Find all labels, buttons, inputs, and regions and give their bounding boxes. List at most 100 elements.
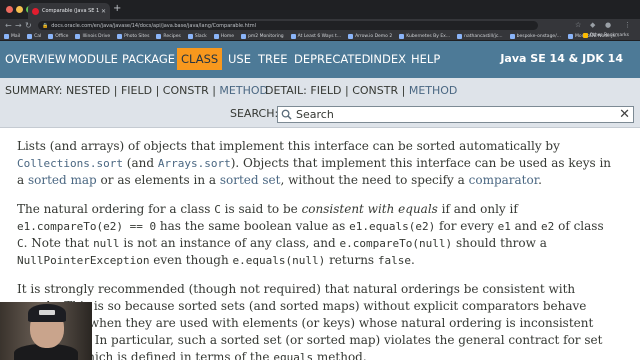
- summary-nested: NESTED: [65, 84, 111, 97]
- nav-help[interactable]: HELP: [411, 52, 440, 66]
- bookmark-label: bespoke-onstage/...: [516, 33, 561, 39]
- oracle-favicon-icon: [32, 7, 39, 15]
- paragraph-sorting: Lists (and arrays) of objects that imple…: [17, 139, 612, 187]
- summary-constr: CONSTR: [162, 84, 209, 97]
- summary-method-link[interactable]: METHOD: [219, 84, 268, 97]
- nav-class: CLASS: [177, 48, 223, 70]
- nav-tree[interactable]: TREE: [258, 52, 288, 66]
- summary-label: SUMMARY:: [5, 84, 63, 97]
- paragraph-natural-ordering: The natural ordering for a class C is sa…: [17, 202, 604, 267]
- nav-index[interactable]: INDEX: [370, 52, 406, 66]
- bookmark-favicon-icon: [568, 33, 573, 39]
- search-label: SEARCH:: [230, 107, 279, 120]
- bookmark-label: Home: [220, 33, 235, 39]
- summary-links: SUMMARY: NESTED | FIELD | CONSTR | METHO…: [5, 84, 268, 97]
- bookmark-favicon-icon: [348, 33, 354, 39]
- bookmark-item[interactable]: Office: [48, 33, 69, 39]
- lock-icon: 🔒: [42, 22, 49, 29]
- bookmark-favicon-icon: [399, 33, 405, 39]
- bookmark-label: Kubernetes By Ex...: [406, 33, 451, 39]
- url-text: docs.oracle.com/en/java/javase/14/docs/a…: [51, 22, 257, 29]
- bookmark-label: Photo Sites: [124, 33, 150, 39]
- bookmark-label: Slack: [194, 33, 207, 39]
- reload-icon[interactable]: ↻: [25, 20, 32, 31]
- bookmark-favicon-icon: [156, 33, 162, 39]
- nav-use[interactable]: USE: [228, 52, 251, 66]
- bookmark-favicon-icon: [48, 33, 54, 39]
- detail-constr: CONSTR: [352, 84, 399, 97]
- back-icon[interactable]: ←: [5, 20, 12, 31]
- detail-label: DETAIL:: [265, 84, 307, 97]
- bookmark-item[interactable]: At Least 6 Ways t...: [290, 33, 342, 39]
- minimize-window-button[interactable]: [16, 6, 23, 13]
- bookmark-item[interactable]: Slack: [187, 33, 207, 39]
- bookmark-favicon-icon: [4, 33, 9, 39]
- other-bookmarks[interactable]: Other Bookmarks: [582, 33, 629, 38]
- address-bar[interactable]: 🔒 docs.oracle.com/en/java/javase/14/docs…: [38, 21, 538, 30]
- new-tab-icon[interactable]: +: [113, 3, 121, 15]
- menu-icon[interactable]: ⋮: [624, 21, 631, 30]
- browser-toolbar: ← → ↻ 🔒 docs.oracle.com/en/java/javase/1…: [0, 19, 640, 32]
- forward-icon[interactable]: →: [15, 20, 22, 31]
- bookmark-item[interactable]: Cal: [27, 33, 42, 39]
- bookmark-label: nathancastill/jc...: [464, 33, 503, 39]
- java-version-label: Java SE 14 & JDK 14: [500, 52, 623, 65]
- bookmark-item[interactable]: Illinois Drive: [75, 33, 110, 39]
- collections-sort-link[interactable]: Collections.sort: [17, 157, 123, 170]
- bookmark-favicon-icon: [75, 33, 81, 39]
- profile-icon[interactable]: ●: [605, 21, 611, 30]
- search-reset-icon[interactable]: ✕: [619, 108, 630, 121]
- bookmark-item[interactable]: Home: [213, 33, 235, 39]
- bookmark-favicon-icon: [27, 33, 33, 39]
- bookmark-favicon-icon: [187, 33, 193, 39]
- detail-method-link[interactable]: METHOD: [409, 84, 458, 97]
- search-icon: [281, 109, 292, 120]
- bookmark-favicon-icon: [290, 33, 296, 39]
- extension-icon[interactable]: ◆: [590, 21, 595, 30]
- bookmark-item[interactable]: Recipes: [156, 33, 181, 39]
- folder-icon: [582, 33, 588, 38]
- search-input[interactable]: [296, 107, 616, 122]
- detail-field: FIELD: [310, 84, 342, 97]
- nav-deprecated[interactable]: DEPRECATED: [294, 52, 370, 66]
- bookmark-item[interactable]: Kubernetes By Ex...: [399, 33, 451, 39]
- bookmark-label: Cal: [34, 33, 42, 39]
- bookmark-item[interactable]: nathancastill/jc...: [457, 33, 503, 39]
- nav-overview[interactable]: OVERVIEW: [5, 52, 66, 66]
- bookmark-item[interactable]: Photo Sites: [117, 33, 150, 39]
- close-window-button[interactable]: [6, 6, 13, 13]
- summary-field: FIELD: [120, 84, 153, 97]
- webcam-overlay: [0, 302, 92, 360]
- bookmark-label: At Least 6 Ways t...: [297, 33, 342, 39]
- top-navigation: OVERVIEW MODULE PACKAGE CLASS USE TREE D…: [0, 41, 640, 78]
- bookmark-label: Office: [55, 33, 69, 39]
- search-box: ✕: [277, 106, 634, 123]
- browser-tab-strip: Comparable (Java SE 14 & JD... ✕ +: [0, 0, 640, 19]
- bookmark-item[interactable]: bespoke-onstage/...: [509, 33, 561, 39]
- sorted-set-link[interactable]: sorted set: [220, 173, 281, 187]
- bookmark-label: Mail: [11, 33, 21, 39]
- bookmark-star-icon[interactable]: ☆: [575, 21, 581, 30]
- sorted-map-link[interactable]: sorted map: [28, 173, 97, 187]
- bookmark-label: Recipes: [163, 33, 181, 39]
- other-bookmarks-label: Other Bookmarks: [589, 33, 629, 38]
- bookmark-label: pm2 Monitoring: [248, 33, 284, 39]
- nav-module[interactable]: MODULE: [68, 52, 118, 66]
- bookmark-favicon-icon: [213, 33, 219, 39]
- detail-links: DETAIL: FIELD | CONSTR | METHOD: [265, 84, 458, 97]
- paragraph-recommendation: It is strongly recommended (though not r…: [17, 282, 603, 360]
- bookmark-item[interactable]: Mail: [4, 33, 21, 39]
- nav-package[interactable]: PACKAGE: [122, 52, 175, 66]
- class-description: Lists (and arrays) of objects that imple…: [17, 138, 617, 360]
- arrays-sort-link[interactable]: Arrays.sort: [158, 157, 231, 170]
- comparator-link[interactable]: comparator: [469, 173, 539, 187]
- bookmark-favicon-icon: [241, 33, 247, 39]
- bookmark-favicon-icon: [457, 33, 463, 39]
- browser-tab[interactable]: Comparable (Java SE 14 & JD... ✕: [28, 3, 110, 19]
- tab-title: Comparable (Java SE 14 & JD...: [42, 8, 99, 14]
- bookmark-favicon-icon: [117, 33, 123, 39]
- bookmark-label: Arrow.io Demo 2: [355, 33, 393, 39]
- bookmark-item[interactable]: pm2 Monitoring: [241, 33, 284, 39]
- tab-close-icon[interactable]: ✕: [101, 8, 106, 15]
- bookmark-item[interactable]: Arrow.io Demo 2: [348, 33, 393, 39]
